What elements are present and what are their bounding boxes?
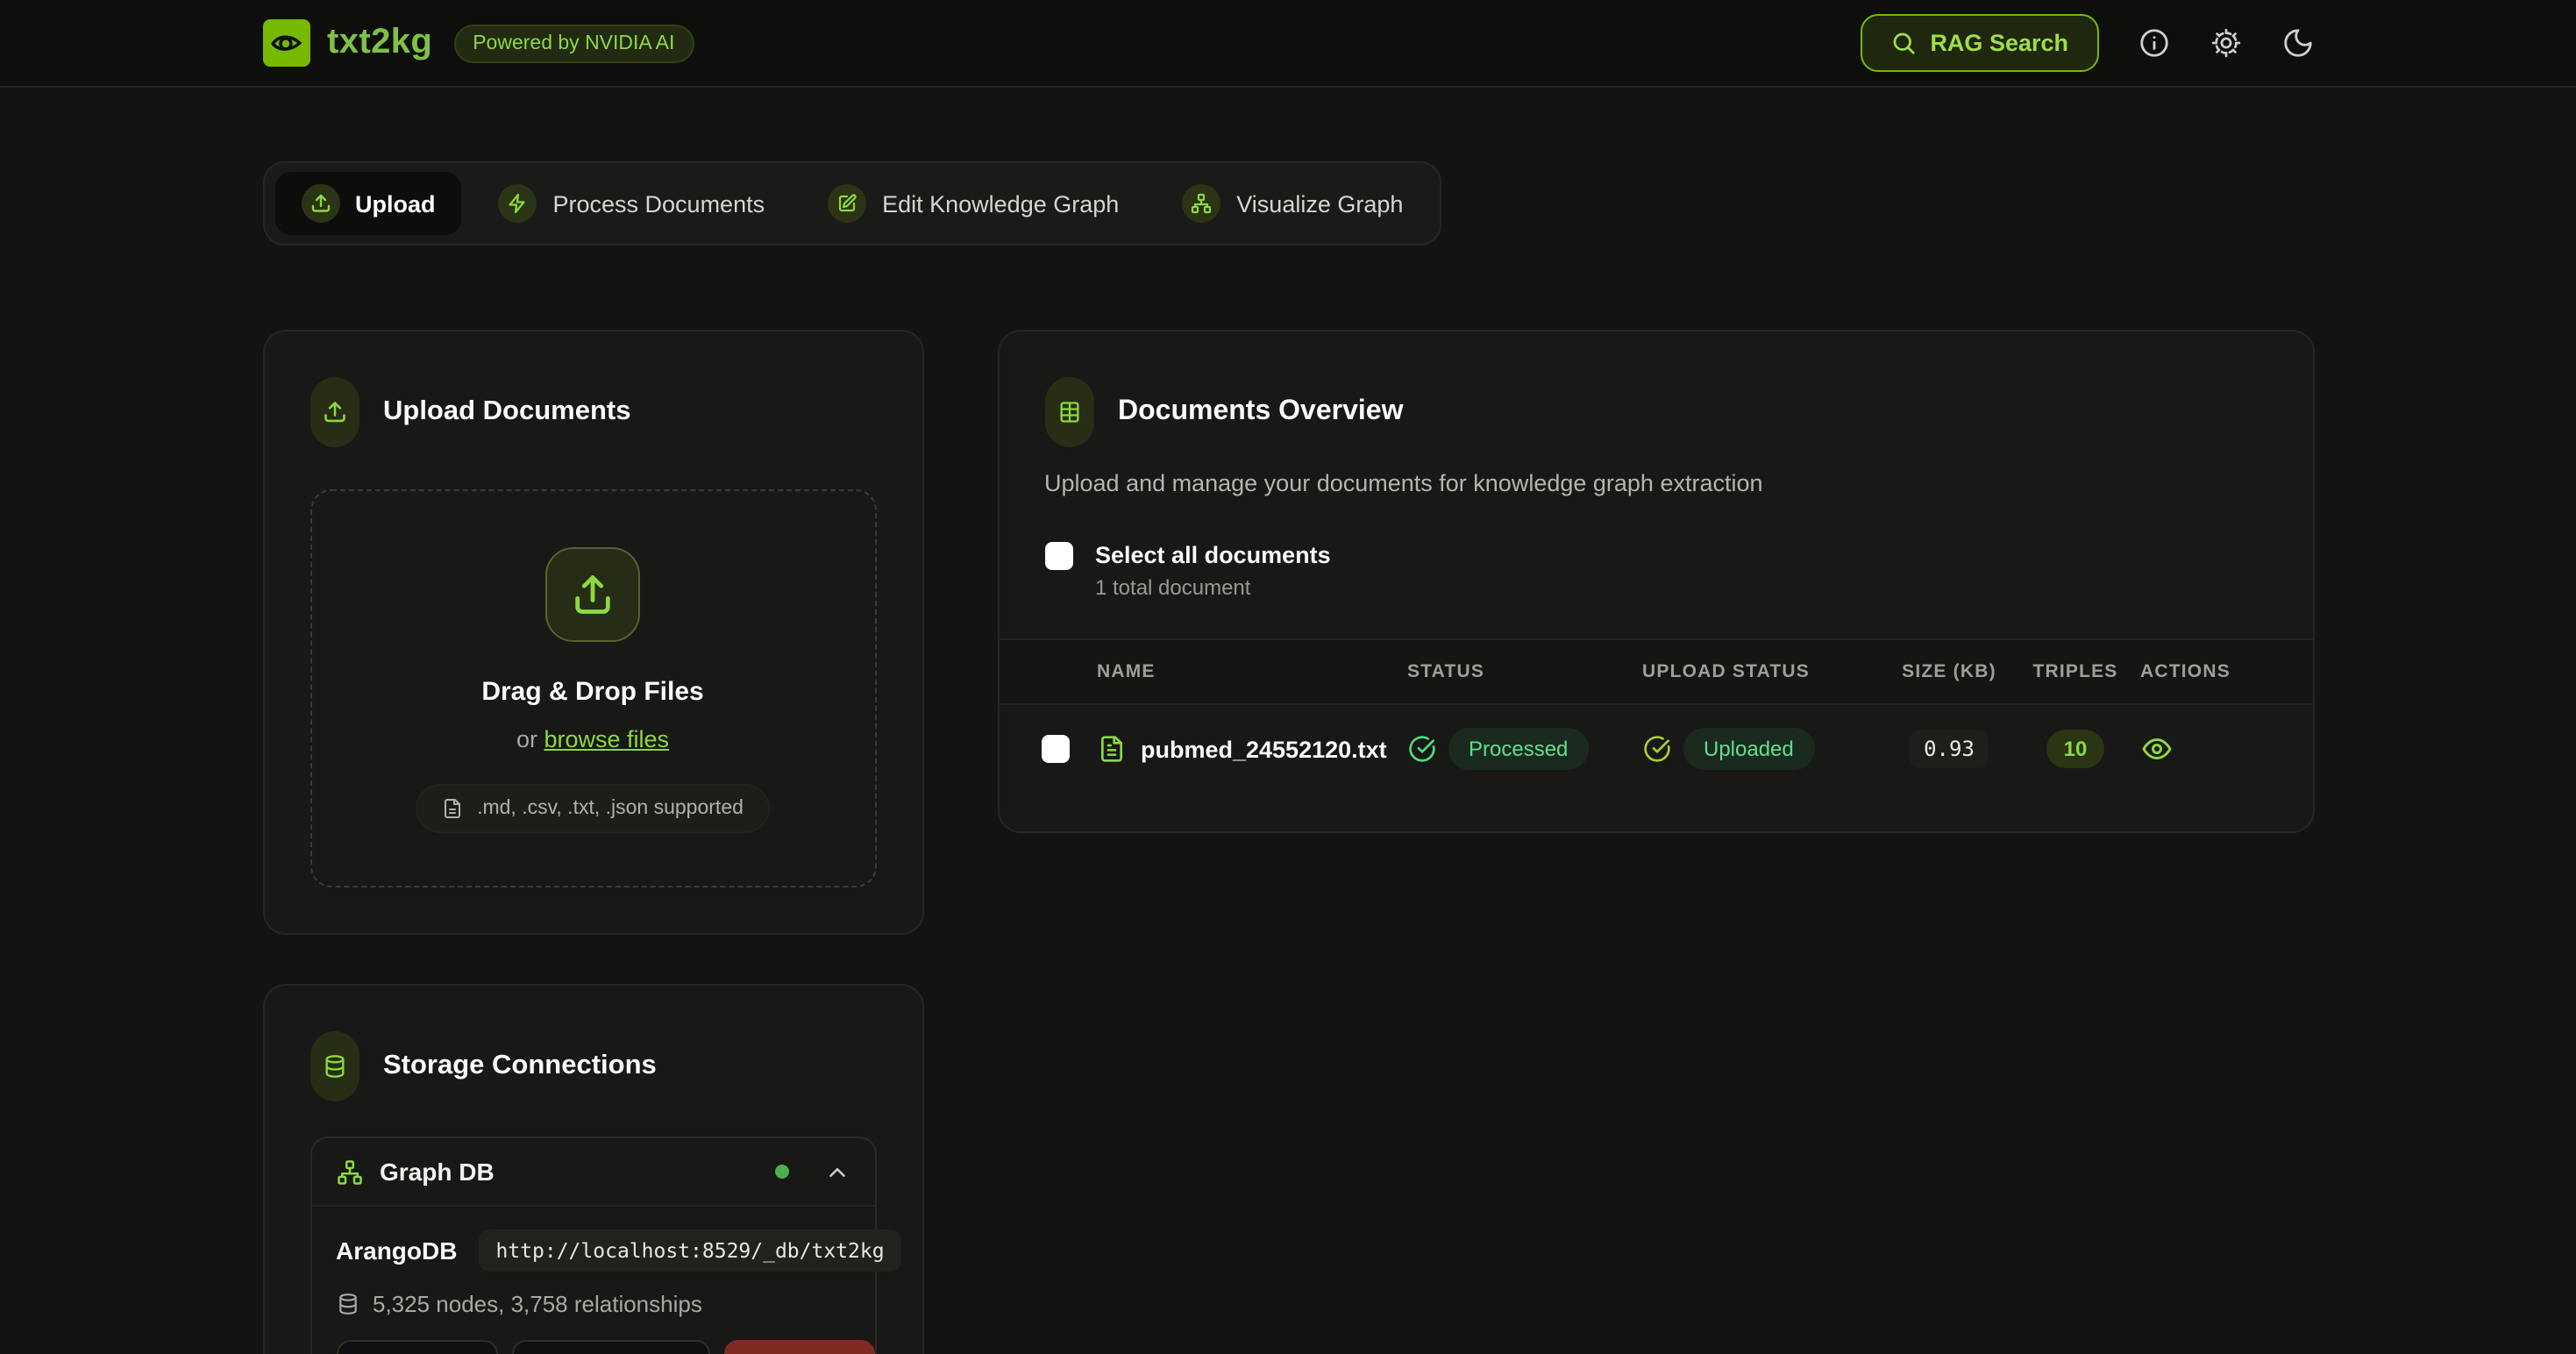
column-actions: ACTIONS [2130,661,2312,682]
upload-icon [301,184,339,223]
file-icon [442,798,463,819]
info-icon[interactable] [2137,26,2170,60]
database-icon [310,1031,359,1101]
documents-table-header: NAME STATUS UPLOAD STATUS SIZE (KB) TRIP… [999,638,2312,705]
column-status: STATUS [1407,661,1642,682]
upload-status-badge: Uploaded [1683,728,1815,770]
edit-pen-icon [828,184,866,223]
graph-db-toggle[interactable]: Graph DB [311,1138,874,1205]
size-value: 0.93 [1910,730,1989,768]
file-dropzone[interactable]: Drag & Drop Files or browse files [310,489,876,887]
column-size: SIZE (KB) [1877,661,2021,682]
settings-gear-icon[interactable] [2209,26,2242,60]
rag-search-button[interactable]: RAG Search [1860,14,2098,72]
app-header: txt2kg Powered by NVIDIA AI RAG Search [0,0,2576,88]
check-circle-icon [1407,735,1435,763]
graph-db-label: Graph DB [380,1158,757,1186]
graph-db-stats: 5,325 nodes, 3,758 relationships [373,1291,702,1317]
graph-db-url: http://localhost:8529/_db/txt2kg [478,1229,901,1272]
database-icon [336,1293,359,1315]
tab-visualize-label: Visualize Graph [1236,190,1403,217]
dropzone-or-text: or [516,726,544,752]
supported-formats-pill: .md, .csv, .txt, .json supported [416,784,770,833]
tab-process-documents[interactable]: Process Documents [473,172,792,235]
view-eye-icon[interactable] [2140,733,2172,765]
main-tabbar: Upload Process Documents [262,161,1441,246]
status-badge: Processed [1448,728,1589,770]
header-actions: RAG Search [1860,14,2314,72]
column-triples: TRIPLES [2021,661,2130,682]
documents-panel-title: Documents Overview [1118,396,1403,428]
graph-db-provider: ArangoDB [336,1236,457,1265]
table-row: pubmed_24552120.txt Processed [999,705,2312,793]
upload-documents-panel: Upload Documents Drag & Drop Files or br… [262,330,923,935]
powered-by-badge: Powered by NVIDIA AI [453,24,694,62]
graph-db-details: ArangoDB http://localhost:8529/_db/txt2k… [311,1205,874,1354]
total-documents-label: 1 total document [1095,575,1331,600]
app-title: txt2kg [327,23,432,63]
documents-overview-panel: Documents Overview Upload and manage you… [997,330,2314,833]
txt2kg-app: txt2kg Powered by NVIDIA AI RAG Search [0,0,2576,1354]
table-grid-icon [1044,377,1093,447]
check-circle-icon [1642,735,1670,763]
column-name: NAME [1097,661,1407,682]
storage-panel-title: Storage Connections [383,1051,657,1082]
disconnect-button[interactable]: Disconnect [512,1340,711,1354]
graph-db-section: Graph DB ArangoDB [310,1137,876,1354]
storage-connections-panel: Storage Connections [262,984,923,1354]
zap-icon [499,184,537,223]
upload-icon [545,547,640,642]
documents-panel-subtitle: Upload and manage your documents for kno… [1044,470,2266,496]
graph-db-connected-dot [774,1165,788,1179]
rag-search-label: RAG Search [1930,30,2068,56]
brand: txt2kg Powered by NVIDIA AI [262,19,694,67]
graph-network-icon [1182,184,1220,223]
upload-panel-title: Upload Documents [383,396,630,428]
select-all-checkbox[interactable] [1044,542,1072,570]
tab-process-label: Process Documents [553,190,765,217]
triples-count-badge: 10 [2046,730,2105,768]
upload-icon [310,377,359,447]
tab-upload-label: Upload [355,190,436,217]
select-all-label: Select all documents [1095,542,1331,568]
chevron-up-icon [823,1158,850,1185]
nvidia-logo-icon [262,19,310,67]
tab-edit-knowledge-graph[interactable]: Edit Knowledge Graph [801,172,1145,235]
dark-mode-moon-icon[interactable] [2281,26,2314,60]
dropzone-heading: Drag & Drop Files [339,677,846,707]
tab-upload[interactable]: Upload [274,172,462,235]
column-upload-status: UPLOAD STATUS [1642,661,1877,682]
search-icon [1889,30,1916,56]
refresh-button[interactable]: Refresh [336,1340,498,1354]
documents-table: NAME STATUS UPLOAD STATUS SIZE (KB) TRIP… [999,638,2312,835]
document-name: pubmed_24552120.txt [1141,736,1387,762]
tab-visualize-graph[interactable]: Visualize Graph [1156,172,1429,235]
browse-files-link[interactable]: browse files [544,726,669,752]
graph-network-icon [336,1158,362,1185]
file-text-icon [1097,735,1125,763]
supported-formats-label: .md, .csv, .txt, .json supported [477,798,744,819]
tab-edit-label: Edit Knowledge Graph [882,190,1119,217]
clear-button[interactable]: Clear [725,1340,875,1354]
row-checkbox[interactable] [1041,735,1069,763]
